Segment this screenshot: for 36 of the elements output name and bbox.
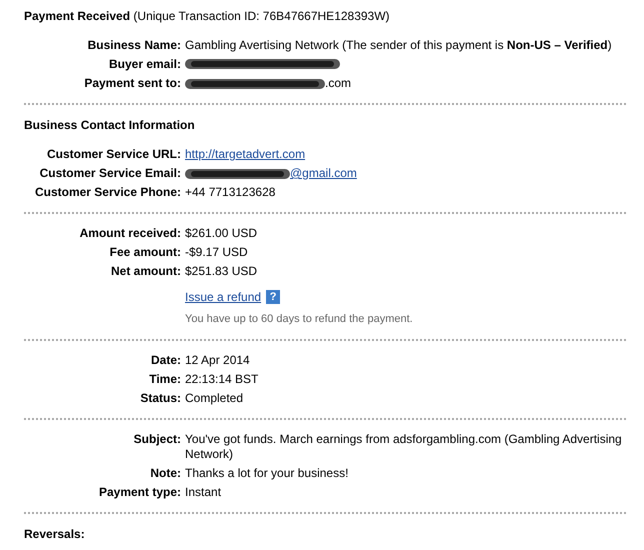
- field-value: Thanks a lot for your business!: [185, 466, 348, 480]
- url-link[interactable]: http://targetadvert.com: [185, 147, 306, 161]
- field-label: Customer Service Email:: [40, 166, 181, 180]
- field-label: Fee amount:: [110, 245, 181, 259]
- field-value: .com: [325, 76, 352, 91]
- field-value: 22:13:14 BST: [185, 372, 258, 386]
- field-label: Payment sent to:: [84, 76, 181, 90]
- field-value: Completed: [185, 391, 244, 405]
- section-heading: Reversals:: [24, 526, 86, 542]
- transaction-id: (Unique Transaction ID: 76B47667HE128393W): [133, 9, 390, 23]
- field-value: $251.83 USD: [185, 264, 258, 278]
- field-label: Amount received:: [80, 226, 181, 240]
- field-value: Gambling Avertising Network (The sender of this payment is Non-US – Verified): [185, 38, 612, 52]
- field-label: Business Name:: [88, 38, 181, 52]
- help-button[interactable]: ?: [266, 290, 280, 304]
- field-value: You've got funds. March earnings from adsforgambling.com (Gambling Advertising Network): [185, 432, 622, 461]
- refund-link[interactable]: Issue a refund: [185, 289, 262, 305]
- page-title: Payment Received: [24, 9, 130, 23]
- field-label: Buyer email:: [108, 57, 181, 71]
- field-value: -$9.17 USD: [185, 245, 248, 259]
- field-value: +44 7713123628: [185, 185, 276, 199]
- field-label: Date:: [150, 353, 181, 367]
- field-value: $261.00 USD: [185, 226, 258, 240]
- field-label: Payment type:: [98, 485, 181, 499]
- field-value: Instant: [185, 485, 222, 499]
- field-label: Time:: [149, 372, 181, 386]
- section-heading: Business Contact Information: [24, 117, 196, 133]
- email-link[interactable]: @gmail.com: [290, 166, 357, 181]
- field-value: 12 Apr 2014: [185, 353, 250, 367]
- field-label: Note:: [150, 466, 181, 480]
- field-label: Status:: [140, 391, 181, 405]
- field-label: Customer Service URL:: [46, 147, 181, 161]
- field-label: Customer Service Phone:: [34, 185, 181, 199]
- refund-note: You have up to 60 days to refund the payment.: [185, 312, 414, 327]
- field-label: Subject:: [134, 432, 181, 446]
- field-label: Net amount:: [111, 264, 181, 278]
